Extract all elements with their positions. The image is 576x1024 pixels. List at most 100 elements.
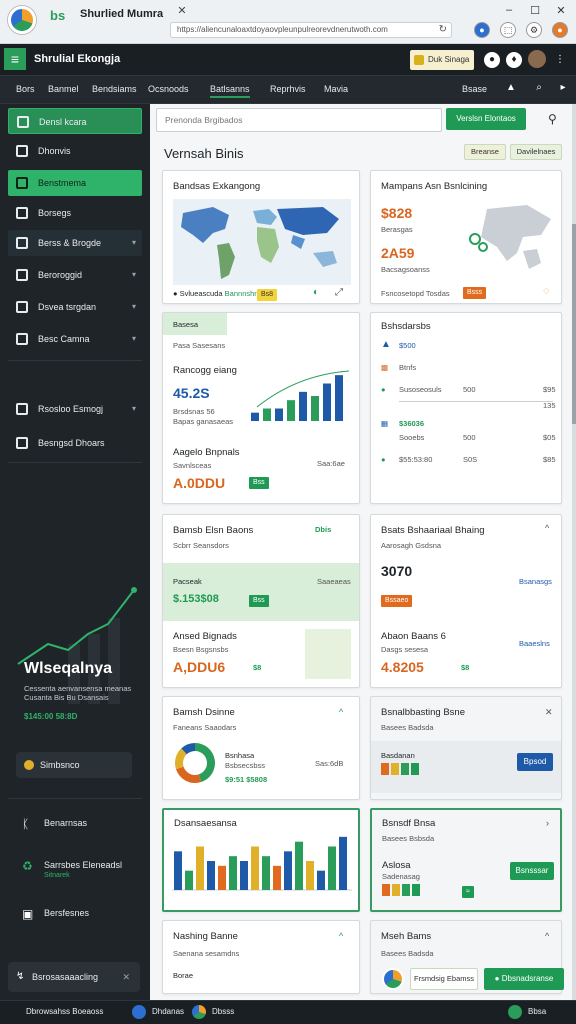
sidebar-item[interactable]: Besngsd Dhoars — [8, 430, 142, 456]
card-icon — [16, 333, 28, 345]
card-tab[interactable]: Basesa — [173, 320, 198, 329]
trend-point — [131, 587, 137, 593]
status-tag: Bsss — [463, 287, 487, 299]
chevron-up-icon[interactable]: ^ — [339, 707, 343, 717]
sidebar-item[interactable]: Borsegs — [8, 200, 142, 226]
mini-bar — [382, 884, 390, 896]
donut-chart — [175, 743, 215, 783]
list-row-value: 500 — [463, 385, 476, 394]
category-bar — [273, 865, 281, 890]
sidebar-item[interactable]: Berss & Brogde ▾ — [8, 230, 142, 256]
user-badge[interactable]: Duk Sinaga — [410, 50, 474, 70]
search-input[interactable]: Prenonda Brgibados — [156, 108, 442, 132]
chevron-up-icon[interactable]: ^ — [545, 931, 549, 941]
filter-button[interactable]: Breanse — [464, 144, 506, 160]
sidebar-item[interactable]: Dhonvis — [8, 138, 142, 164]
more-icon[interactable]: ⋮ — [552, 52, 568, 68]
sidebar-item[interactable]: Beroroggid ▾ — [8, 262, 142, 288]
help-icon[interactable]: ◌ — [543, 285, 550, 297]
nav-item-active[interactable]: Batlsanns — [210, 84, 250, 98]
rec2-button[interactable]: Bsnsssar — [510, 862, 554, 880]
search-icon[interactable]: ⚲ — [548, 112, 557, 126]
scrollbar[interactable] — [572, 104, 576, 1000]
list-row-label: $36036 — [399, 419, 425, 428]
stat-value-2: 4.8205 — [381, 659, 424, 675]
taskbar-item[interactable]: Dhdanas — [152, 1007, 184, 1016]
map-stats-card: Mampans Asn Bsnlcining $828 Berasgas 2A5… — [370, 170, 562, 304]
close-icon[interactable]: ✕ — [122, 962, 130, 992]
taskbar-item[interactable]: Dbrowsahss Boeaoss — [26, 1007, 103, 1016]
image-icon — [16, 207, 28, 219]
sidebar-link[interactable]: ▣ Bersfesnes — [22, 907, 90, 921]
expand-icon[interactable]: ▸ — [556, 82, 570, 96]
chevron-right-icon[interactable]: › — [546, 818, 549, 828]
list-row-value: $95 — [543, 385, 556, 394]
nav-item[interactable]: Banmel — [48, 84, 79, 94]
user-icon[interactable]: ▲ — [504, 82, 518, 96]
rec-button[interactable]: Bpsod — [517, 753, 553, 771]
sidebar-link[interactable]: ♻ Sarrsbes Eleneadsl Sitnarek — [22, 859, 122, 879]
leaf-icon[interactable] — [508, 1005, 522, 1019]
extension-icon[interactable]: ⬚ — [500, 22, 516, 38]
card-title: Bsats Bshaariaal Bhaing — [381, 525, 485, 536]
chrome-icon[interactable] — [192, 1005, 206, 1019]
donut-right-label: Sas:6dB — [315, 759, 344, 768]
app-logo[interactable] — [8, 6, 36, 34]
chevron-up-icon[interactable]: ^ — [545, 523, 549, 533]
sidebar-item-active[interactable]: Benstmema — [8, 170, 142, 196]
list-row-value: $05 — [543, 433, 556, 442]
minimize-icon[interactable]: – — [500, 4, 518, 20]
taskbar-item[interactable]: Dbsss — [212, 1007, 234, 1016]
card-subtitle: Basees Badsda — [381, 723, 434, 732]
close-icon[interactable]: ✕ — [552, 4, 570, 20]
bell-icon[interactable]: ♦ — [506, 52, 522, 68]
rec-mini-bars — [381, 763, 419, 775]
list-row-label: $500 — [399, 341, 416, 350]
tab-close-icon[interactable]: ✕ — [174, 4, 190, 20]
expand-icon[interactable]: ⤢ — [335, 287, 343, 298]
nav-item[interactable]: Bendsiams — [92, 84, 137, 94]
sidebar-item[interactable]: Rsosloo Esmogj ▾ — [8, 396, 142, 422]
avatar[interactable] — [528, 50, 546, 68]
sales-card: Bamsb Elsn Baons Dbis Scbrr Seansdors Pa… — [162, 514, 360, 688]
settings-icon[interactable]: ⚙ — [526, 22, 542, 38]
chevron-up-icon[interactable]: ^ — [339, 931, 343, 941]
card-title: Bsnsdf Bnsa — [382, 818, 436, 829]
nav-right-label[interactable]: Bsase — [462, 84, 487, 94]
refresh-icon[interactable]: ◐ — [313, 287, 319, 298]
sidebar-footer[interactable]: ↯ Bsrosasaaacling ✕ — [8, 962, 140, 992]
nav-item[interactable]: Mavia — [324, 84, 348, 94]
address-bar[interactable]: https://aliencunaloaxtdoyaovpleunpulreor… — [170, 22, 452, 38]
bottom-button-primary[interactable]: ● Dbsnadsranse — [484, 968, 564, 990]
filter-button[interactable]: Davilelnaes — [510, 144, 562, 160]
sidebar-item[interactable]: Besc Camna ▾ — [8, 326, 142, 352]
nav-item[interactable]: Bors — [16, 84, 35, 94]
sidebar-link[interactable]: ᛕ Benarnsas — [22, 817, 87, 831]
bottom-button[interactable]: Frsmdsig Ebamss — [410, 968, 478, 990]
search-icon[interactable]: ⌕ — [532, 82, 546, 96]
sidebar-item[interactable]: Densl kcara — [8, 108, 142, 134]
search-button[interactable]: Verslsn Elontaos — [446, 108, 526, 130]
hamburger-menu-icon[interactable]: ≡ — [4, 48, 26, 70]
mini-bar — [411, 763, 419, 775]
chrome-icon[interactable]: ● — [474, 22, 490, 38]
map-legend: ● Svlueascuda Bannnshro — [173, 289, 261, 298]
notification-icon[interactable]: ● — [484, 52, 500, 68]
stat-right-label: Baaeslns — [519, 639, 550, 648]
card-title: Abaon Baans 6 — [381, 631, 446, 642]
app-logo-small[interactable] — [382, 968, 404, 990]
status-pill[interactable]: Simbsnco — [16, 752, 132, 778]
tab-title[interactable]: Shurlied Mumra — [80, 8, 163, 20]
tab-favicon: bs — [50, 8, 66, 23]
sidebar-link-label: Bersfesnes — [44, 908, 90, 918]
profile-icon[interactable]: ● — [552, 22, 568, 38]
maximize-icon[interactable]: ☐ — [526, 4, 544, 20]
window-icon[interactable] — [132, 1005, 146, 1019]
close-icon[interactable]: ✕ — [545, 707, 553, 718]
sidebar-item[interactable]: Dsvea tsrgdan ▾ — [8, 294, 142, 320]
scrollbar-thumb[interactable] — [572, 224, 576, 424]
nav-item[interactable]: Ocsnoods — [148, 84, 189, 94]
nav-item[interactable]: Reprhvis — [270, 84, 306, 94]
taskbar-right[interactable]: Bbsa — [528, 1007, 546, 1016]
reload-icon[interactable]: ↻ — [439, 24, 447, 35]
